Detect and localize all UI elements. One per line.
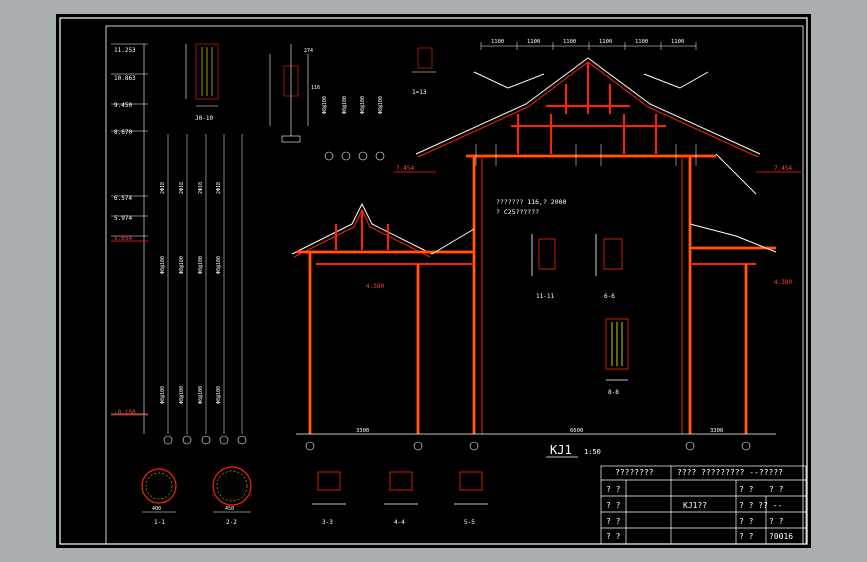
- side-columns: [308, 252, 748, 434]
- tb-row3: ? ?: [606, 517, 621, 526]
- tb-row2: ? ?: [606, 501, 621, 510]
- note-1: ??????? 116,? 2000: [496, 198, 567, 206]
- section-label-j0-10: J0-10: [195, 115, 213, 122]
- tb-c3e: ? ?: [769, 517, 784, 526]
- elev-label-3: 9.450: [114, 102, 132, 109]
- section-label-3-3: 3-3: [322, 519, 333, 526]
- section-1-13: [412, 47, 436, 73]
- drawing-scale: 1:50: [584, 448, 601, 456]
- right-wing-roof: [689, 153, 777, 265]
- svg-text:2Φ18: 2Φ18: [216, 182, 222, 194]
- section-label-11-11: 11-11: [536, 293, 554, 300]
- dim-274: 274: [304, 48, 313, 54]
- bottom-axis-bubbles: [305, 441, 751, 451]
- section-label-1-13: 1=13: [412, 89, 427, 96]
- svg-text:Φ8@100: Φ8@100: [342, 96, 348, 114]
- bottom-dim-3: 3300: [710, 428, 723, 434]
- svg-text:Φ8@100: Φ8@100: [378, 96, 384, 114]
- section-label-5-5: 5-5: [464, 519, 475, 526]
- dim-450: 450: [225, 506, 234, 512]
- axis-bubbles-left: [163, 435, 247, 445]
- svg-text:Φ8@100: Φ8@100: [179, 256, 185, 274]
- section-label-4-4: 4-4: [394, 519, 405, 526]
- section-column-detail: [269, 44, 309, 143]
- svg-text:Φ8@100: Φ8@100: [216, 386, 222, 404]
- drawing-title: KJ1: [550, 443, 572, 457]
- svg-text:116: 116: [311, 85, 320, 91]
- title-block: ???????? ???? ????????? --????? ? ? ? ? …: [601, 466, 806, 544]
- section-label-1-1: 1-1: [154, 519, 165, 526]
- section-5-5: [454, 471, 488, 505]
- top-dim-2: 1100: [527, 39, 540, 45]
- elev-right-2: 4.380: [774, 279, 792, 286]
- section-11-11: [531, 234, 556, 276]
- svg-text:Φ8@100: Φ8@100: [160, 386, 166, 404]
- tb-project: ???? ????????? --?????: [677, 468, 783, 477]
- elev-label-6: 5.974: [114, 215, 132, 222]
- section-label-6-6: 6-6: [604, 293, 615, 300]
- section-4-4: [384, 471, 418, 505]
- tb-sheet-no: ?0016: [769, 532, 794, 541]
- section-3-3: [312, 471, 346, 505]
- bottom-dim-2: 6600: [570, 428, 583, 434]
- top-dim-4: 1100: [599, 39, 612, 45]
- elev-label-1: 11.253: [114, 47, 136, 54]
- tb-c3b: ? ? ?? --: [739, 501, 783, 510]
- drawing-sheet: 11.253 10.863 9.450 8.670 6.574 5.974 5.…: [56, 14, 811, 548]
- section-6-6: [595, 234, 623, 276]
- top-dim-6: 1100: [671, 39, 684, 45]
- elev-left-1: 7.454: [396, 165, 414, 172]
- elev-left-2: 4.380: [366, 283, 384, 290]
- tb-company: ????????: [615, 468, 654, 477]
- left-dim-columns: 2Φ18 2Φ18 2Φ18 2Φ18 Φ8@100 Φ8@100 Φ8@100…: [160, 134, 243, 434]
- section-j0-10: [185, 43, 219, 107]
- elev-label-2: 10.863: [114, 75, 136, 82]
- note-2: ? C25??????: [496, 208, 539, 216]
- section-label-8-8: 8-8: [608, 389, 619, 396]
- left-wing-roof: [291, 202, 475, 265]
- tb-c3c: ? ?: [739, 517, 754, 526]
- elev-right-1: 7.454: [774, 165, 792, 172]
- tb-c3f: ? ?: [769, 485, 784, 494]
- tb-drawing-name: KJ1??: [683, 501, 708, 510]
- svg-text:Φ8@100: Φ8@100: [216, 256, 222, 274]
- tb-row4: ? ?: [606, 532, 621, 541]
- main-roof: [415, 57, 761, 158]
- top-dim-1: 1100: [491, 39, 504, 45]
- svg-text:2Φ18: 2Φ18: [198, 182, 204, 194]
- elev-label-4: 8.670: [114, 129, 132, 136]
- svg-text:Φ8@100: Φ8@100: [360, 96, 366, 114]
- top-dim-5: 1100: [635, 39, 648, 45]
- rebar-labels-top: Φ8@100 Φ8@100 Φ8@100 Φ8@100: [322, 96, 384, 114]
- section-8-8: [605, 318, 629, 381]
- tb-c3d: ? ?: [739, 532, 754, 541]
- tb-c3a: ? ?: [739, 485, 754, 494]
- tb-row1: ? ?: [606, 485, 621, 494]
- bottom-dim-1: 3300: [356, 428, 369, 434]
- section-label-2-2: 2-2: [226, 519, 237, 526]
- dim-400: 400: [152, 506, 161, 512]
- svg-text:2Φ18: 2Φ18: [160, 182, 166, 194]
- axis-bubbles-top: [324, 151, 385, 161]
- svg-text:Φ8@100: Φ8@100: [198, 386, 204, 404]
- svg-text:2Φ18: 2Φ18: [179, 182, 185, 194]
- top-dim-3: 1100: [563, 39, 576, 45]
- svg-text:Φ8@100: Φ8@100: [322, 96, 328, 114]
- svg-text:Φ8@100: Φ8@100: [179, 386, 185, 404]
- elev-label-5: 6.574: [114, 195, 132, 202]
- svg-text:Φ8@100: Φ8@100: [160, 256, 166, 274]
- top-dimension-string: [480, 42, 697, 50]
- svg-text:Φ8@100: Φ8@100: [198, 256, 204, 274]
